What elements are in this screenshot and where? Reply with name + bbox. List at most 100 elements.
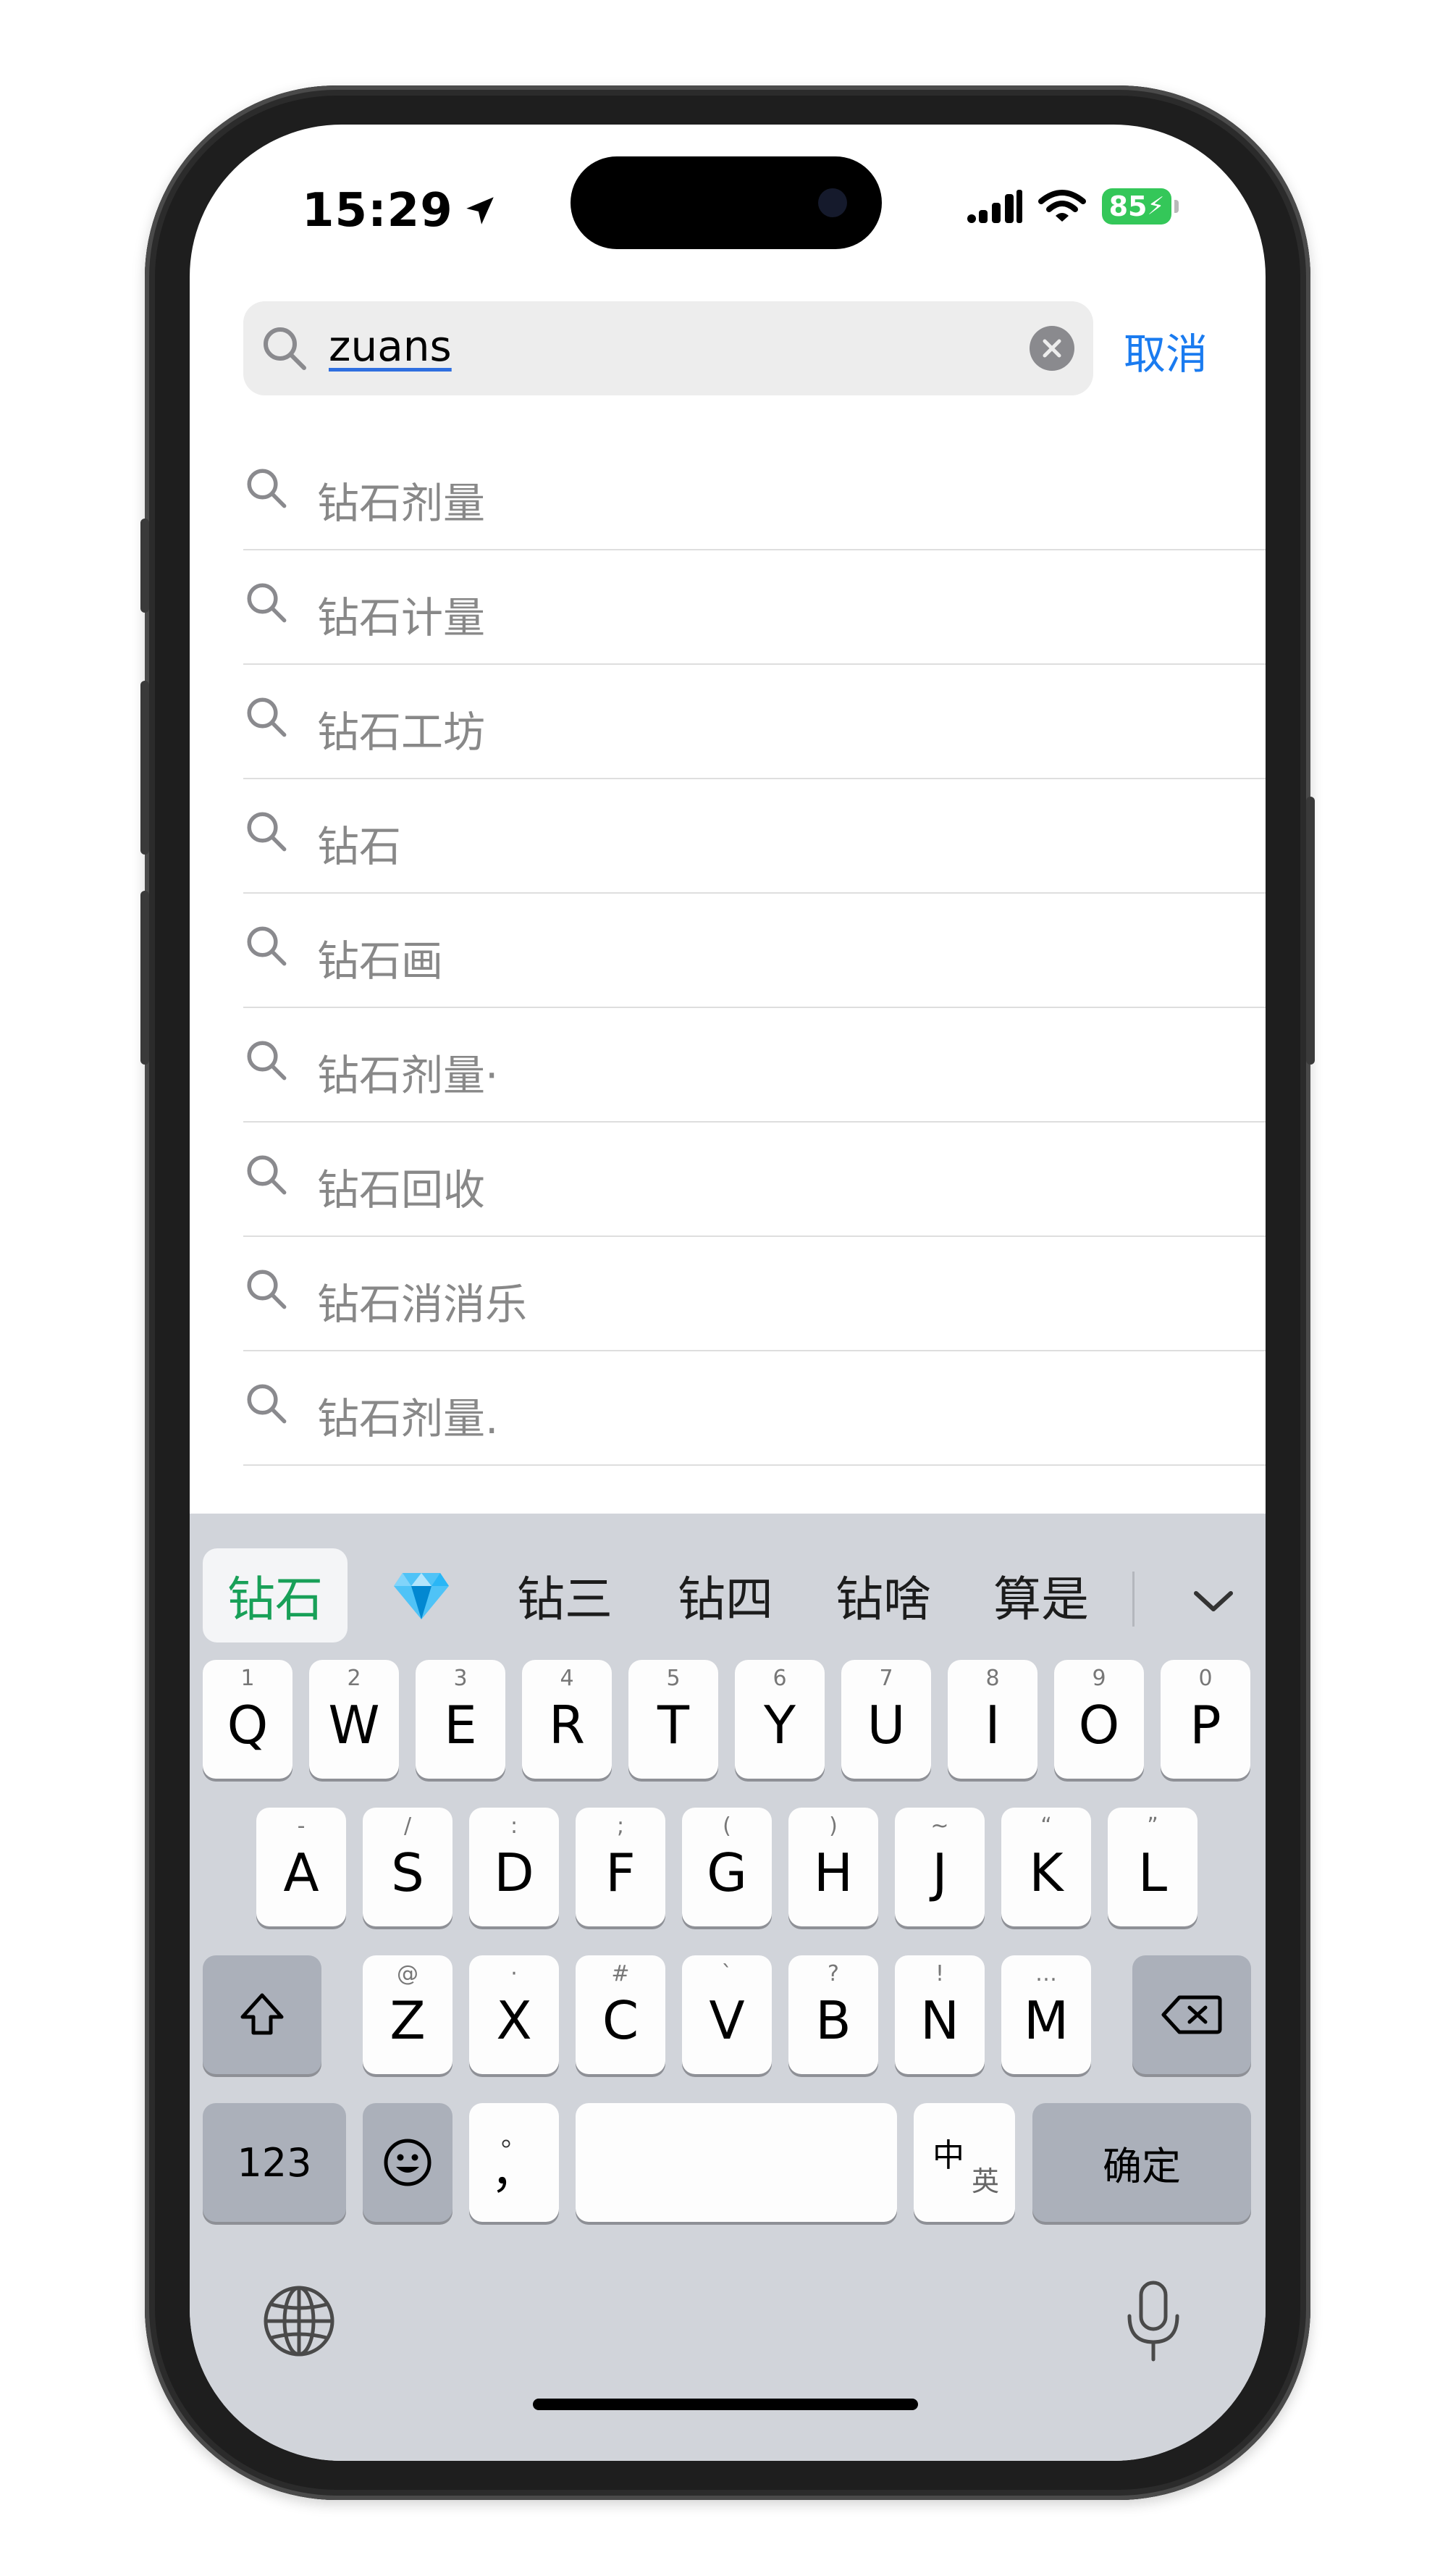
key-g[interactable]: (G (682, 1808, 772, 1926)
key-hint: ~ (930, 1813, 949, 1839)
key-p[interactable]: 0P (1161, 1660, 1250, 1779)
key-i[interactable]: 8I (948, 1660, 1037, 1779)
key-label: R (548, 1695, 586, 1755)
key-label: C (602, 1990, 639, 2051)
wifi-icon (1038, 190, 1086, 222)
key-l[interactable]: ” L (1108, 1808, 1197, 1926)
candidate-item[interactable]: 钻四 (653, 1548, 798, 1642)
microphone-button[interactable] (1121, 2278, 1186, 2365)
key-w[interactable]: 2W (309, 1660, 399, 1779)
key-u[interactable]: 7U (841, 1660, 931, 1779)
key-b[interactable]: ? B (788, 1955, 878, 2074)
screen: 15:29 85 ⚡ zuans 取消 钻石剂量 钻石计量 钻石工坊 钻石 钻石… (190, 125, 1266, 2461)
language-switch-key[interactable]: 中 英 (914, 2103, 1015, 2222)
punctuation-key[interactable]: 。 ， (469, 2103, 559, 2222)
search-icon (247, 1041, 287, 1081)
shift-key[interactable] (203, 1955, 321, 2074)
key-label: H (813, 1842, 854, 1903)
candidate-emoji[interactable] (378, 1548, 465, 1642)
backspace-key[interactable] (1132, 1955, 1251, 2074)
key-o[interactable]: 9O (1054, 1660, 1144, 1779)
key-n[interactable]: ! N (895, 1955, 985, 2074)
key-label: S (391, 1842, 424, 1903)
key-t[interactable]: 5T (628, 1660, 718, 1779)
space-key[interactable] (576, 2103, 897, 2222)
key-label: Z (390, 1990, 426, 2051)
suggestion-item[interactable]: 钻石剂量· (243, 1008, 1266, 1123)
chevron-down-icon (1194, 1591, 1233, 1611)
volume-down-button (140, 891, 149, 1065)
key-hint: ` (721, 1961, 733, 1986)
suggestion-text: 钻石消消乐 (317, 1280, 528, 1329)
key-h[interactable]: ) H (788, 1808, 878, 1926)
key-f[interactable]: ; F (576, 1808, 665, 1926)
key-hint: 9 (1092, 1666, 1106, 1691)
numbers-key-label: 123 (237, 2139, 312, 2186)
suggestion-item[interactable]: 钻石消消乐 (243, 1237, 1266, 1351)
candidate-item[interactable]: 钻三 (492, 1548, 637, 1642)
key-s[interactable]: / S (363, 1808, 452, 1926)
confirm-key-label: 确定 (1103, 2143, 1181, 2189)
key-hint: ) (829, 1813, 838, 1839)
key-hint: ! (935, 1961, 945, 1986)
clear-search-button[interactable] (1030, 326, 1074, 371)
candidate-bar: 钻石 钻三 钻四 钻啥 算是 (190, 1514, 1266, 1651)
suggestion-item[interactable]: 钻石剂量. (243, 1351, 1266, 1466)
emoji-key[interactable] (363, 2103, 452, 2222)
key-v[interactable]: ` V (682, 1955, 772, 2074)
search-query-text: zuans (329, 322, 452, 371)
key-k[interactable]: “K (1001, 1808, 1091, 1926)
key-c[interactable]: # C (576, 1955, 665, 2074)
key-label: K (1029, 1842, 1064, 1903)
time-label: 15:29 (302, 184, 453, 238)
key-y[interactable]: 6Y (735, 1660, 825, 1779)
key-label: X (496, 1990, 532, 2051)
search-input[interactable]: zuans (243, 301, 1093, 395)
key-hint: 1 (240, 1666, 255, 1691)
keyboard: 钻石 钻三 钻四 钻啥 算是 1Q 2W 3 E 4 R 5 T 6 Y 7 U… (190, 1514, 1266, 2461)
key-e[interactable]: 3E (416, 1660, 505, 1779)
key-label: O (1078, 1695, 1120, 1755)
key-q[interactable]: 1Q (203, 1660, 292, 1779)
key-label: I (985, 1695, 1001, 1755)
key-z[interactable]: @ Z (363, 1955, 452, 2074)
cellular-signal-icon (967, 190, 1022, 223)
candidate-divider (1132, 1572, 1135, 1627)
search-icon (247, 1270, 287, 1309)
key-a[interactable]: -A (256, 1808, 346, 1926)
confirm-key[interactable]: 确定 (1032, 2103, 1251, 2222)
home-indicator[interactable] (533, 2399, 918, 2410)
search-icon (264, 327, 306, 370)
suggestion-item[interactable]: 钻石计量 (243, 550, 1266, 665)
action-button (140, 519, 149, 613)
key-label: D (494, 1842, 534, 1903)
key-x[interactable]: · X (469, 1955, 559, 2074)
key-label: W (328, 1695, 380, 1755)
key-label: B (815, 1990, 851, 2051)
location-arrow-icon (466, 197, 494, 225)
key-hint: 8 (985, 1666, 1000, 1691)
key-r[interactable]: 4R (522, 1660, 612, 1779)
key-hint: 6 (773, 1666, 787, 1691)
candidate-selected[interactable]: 钻石 (203, 1548, 348, 1642)
numbers-key[interactable]: 123 (203, 2103, 346, 2222)
suggestion-item[interactable]: 钻石 (243, 779, 1266, 894)
suggestion-item[interactable]: 钻石工坊 (243, 665, 1266, 779)
globe-button[interactable] (259, 2281, 339, 2361)
key-hint: · (510, 1961, 518, 1986)
suggestion-item[interactable]: 钻石画 (243, 894, 1266, 1008)
globe-icon (264, 2286, 334, 2357)
key-hint: ; (616, 1813, 625, 1839)
key-m[interactable]: … M (1001, 1955, 1091, 2074)
front-camera (818, 188, 847, 217)
suggestion-item[interactable]: 钻石回收 (243, 1123, 1266, 1237)
candidate-item[interactable]: 钻啥 (811, 1548, 956, 1642)
key-j[interactable]: ~ J (895, 1808, 985, 1926)
backspace-icon (1161, 1995, 1222, 2034)
suggestion-item[interactable]: 钻石剂量 (243, 436, 1266, 550)
candidate-item[interactable]: 算是 (969, 1548, 1114, 1642)
expand-candidates-button[interactable] (1177, 1564, 1250, 1637)
close-icon (1043, 339, 1061, 358)
key-d[interactable]: :D (469, 1808, 559, 1926)
cancel-button[interactable]: 取消 (1124, 320, 1208, 381)
